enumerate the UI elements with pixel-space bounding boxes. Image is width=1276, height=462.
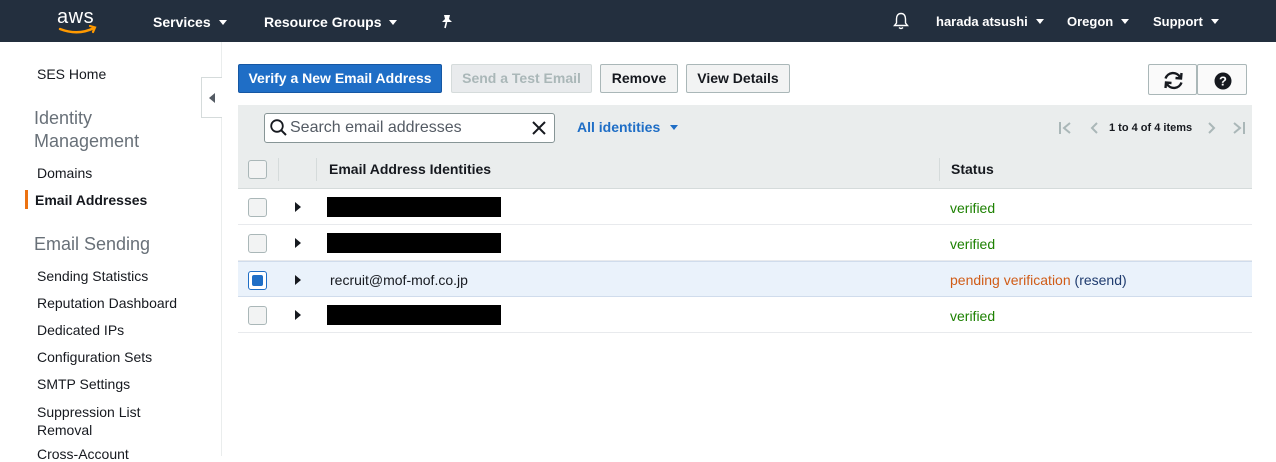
verify-email-button[interactable]: Verify a New Email Address [238,64,442,93]
pin-icon[interactable] [440,0,454,42]
sidebar-item-suppression-list-removal[interactable]: Suppression List Removal [37,403,167,439]
top-navigation-bar: aws Services Resource Groups harada atsu… [0,0,1276,42]
filter-bar: All identities 1 to 4 of 4 items [238,105,1252,150]
sidebar-item-dedicated-ips[interactable]: Dedicated IPs [37,322,124,338]
column-divider [939,158,940,181]
status-cell: pending verification (resend) [950,272,1127,288]
column-header-email[interactable]: Email Address Identities [329,161,491,177]
refresh-icon [1164,71,1183,90]
sidebar-item-sending-statistics[interactable]: Sending Statistics [37,268,148,284]
sidebar-item-smtp-settings[interactable]: SMTP Settings [37,376,130,392]
status-text: verified [950,236,996,252]
resource-groups-label: Resource Groups [264,14,382,30]
identity-filter-label: All identities [577,119,661,135]
expand-row-icon[interactable] [295,202,301,212]
chevron-down-icon [670,125,679,130]
sidebar-item-configuration-sets[interactable]: Configuration Sets [37,349,152,365]
services-label: Services [153,14,211,30]
chevron-down-icon [1121,19,1130,24]
view-details-button[interactable]: View Details [686,64,790,93]
email-address: recruit@mof-mof.co.jp [330,272,468,288]
expand-row-icon[interactable] [295,310,301,320]
aws-smile-icon [58,24,97,34]
table-header: Email Address Identities Status [238,150,1252,189]
row-checkbox[interactable] [248,234,267,253]
chevron-down-icon [1210,19,1219,24]
row-checkbox[interactable] [248,271,267,290]
last-page-icon[interactable] [1230,121,1246,135]
column-header-status[interactable]: Status [951,161,994,177]
sidebar-heading-identity-management: Identity Management [34,108,140,151]
sidebar-item-domains[interactable]: Domains [37,165,92,181]
sidebar-item-reputation-dashboard[interactable]: Reputation Dashboard [37,295,177,311]
help-button[interactable]: ? [1197,64,1247,95]
collapse-sidebar-button[interactable] [201,77,222,118]
table-row[interactable]: verified [238,189,1252,225]
remove-button[interactable]: Remove [600,64,678,93]
pagination: 1 to 4 of 4 items [1058,119,1252,137]
status-text: verified [950,308,996,324]
status-text: pending verification [950,272,1071,288]
send-test-email-button[interactable]: Send a Test Email [451,64,592,93]
services-menu[interactable]: Services [153,0,227,42]
table-row[interactable]: verified [238,225,1252,261]
expand-row-icon[interactable] [295,275,301,285]
table-row[interactable]: verified [238,297,1252,333]
user-name: harada atsushi [936,14,1028,29]
aws-logo[interactable]: aws [54,5,102,35]
next-page-icon[interactable] [1206,121,1218,135]
active-item-marker [25,190,28,209]
search-input[interactable] [290,118,526,138]
expand-row-icon[interactable] [295,238,301,248]
chevron-down-icon [218,20,227,25]
refresh-button[interactable] [1148,64,1197,95]
clear-search-icon[interactable] [530,119,548,137]
help-icon: ? [1214,72,1232,90]
sidebar-item-email-addresses[interactable]: Email Addresses [35,192,147,208]
region-menu[interactable]: Oregon [1067,0,1130,42]
resource-groups-menu[interactable]: Resource Groups [264,0,398,42]
select-all-checkbox[interactable] [248,160,267,179]
sidebar: SES Home Identity Management Domains Ema… [0,42,222,462]
chevron-down-icon [389,20,398,25]
redacted-email [327,233,501,253]
support-menu[interactable]: Support [1153,0,1219,42]
redacted-email [327,305,501,325]
column-divider [316,158,317,181]
identity-filter-dropdown[interactable]: All identities [577,119,679,135]
support-label: Support [1153,14,1203,29]
status-text: verified [950,200,996,216]
redacted-email [327,197,501,217]
sidebar-item-cross-account[interactable]: Cross-Account [37,446,129,462]
table-row[interactable]: recruit@mof-mof.co.jp pending verificati… [238,261,1252,297]
user-menu[interactable]: harada atsushi [936,0,1044,42]
resend-link[interactable]: (resend) [1075,272,1127,288]
row-checkbox[interactable] [248,306,267,325]
row-checkbox[interactable] [248,198,267,217]
search-box [264,113,555,143]
previous-page-icon[interactable] [1088,121,1100,135]
chevron-left-icon [209,93,215,103]
notifications-bell-icon[interactable] [893,0,909,42]
sidebar-item-ses-home[interactable]: SES Home [37,66,106,82]
svg-text:?: ? [1219,74,1227,89]
search-icon [270,119,287,136]
pagination-text: 1 to 4 of 4 items [1109,122,1193,134]
sidebar-heading-email-sending: Email Sending [34,234,151,254]
first-page-icon[interactable] [1058,121,1074,135]
column-divider [278,158,279,181]
region-label: Oregon [1067,14,1114,29]
chevron-down-icon [1035,19,1044,24]
